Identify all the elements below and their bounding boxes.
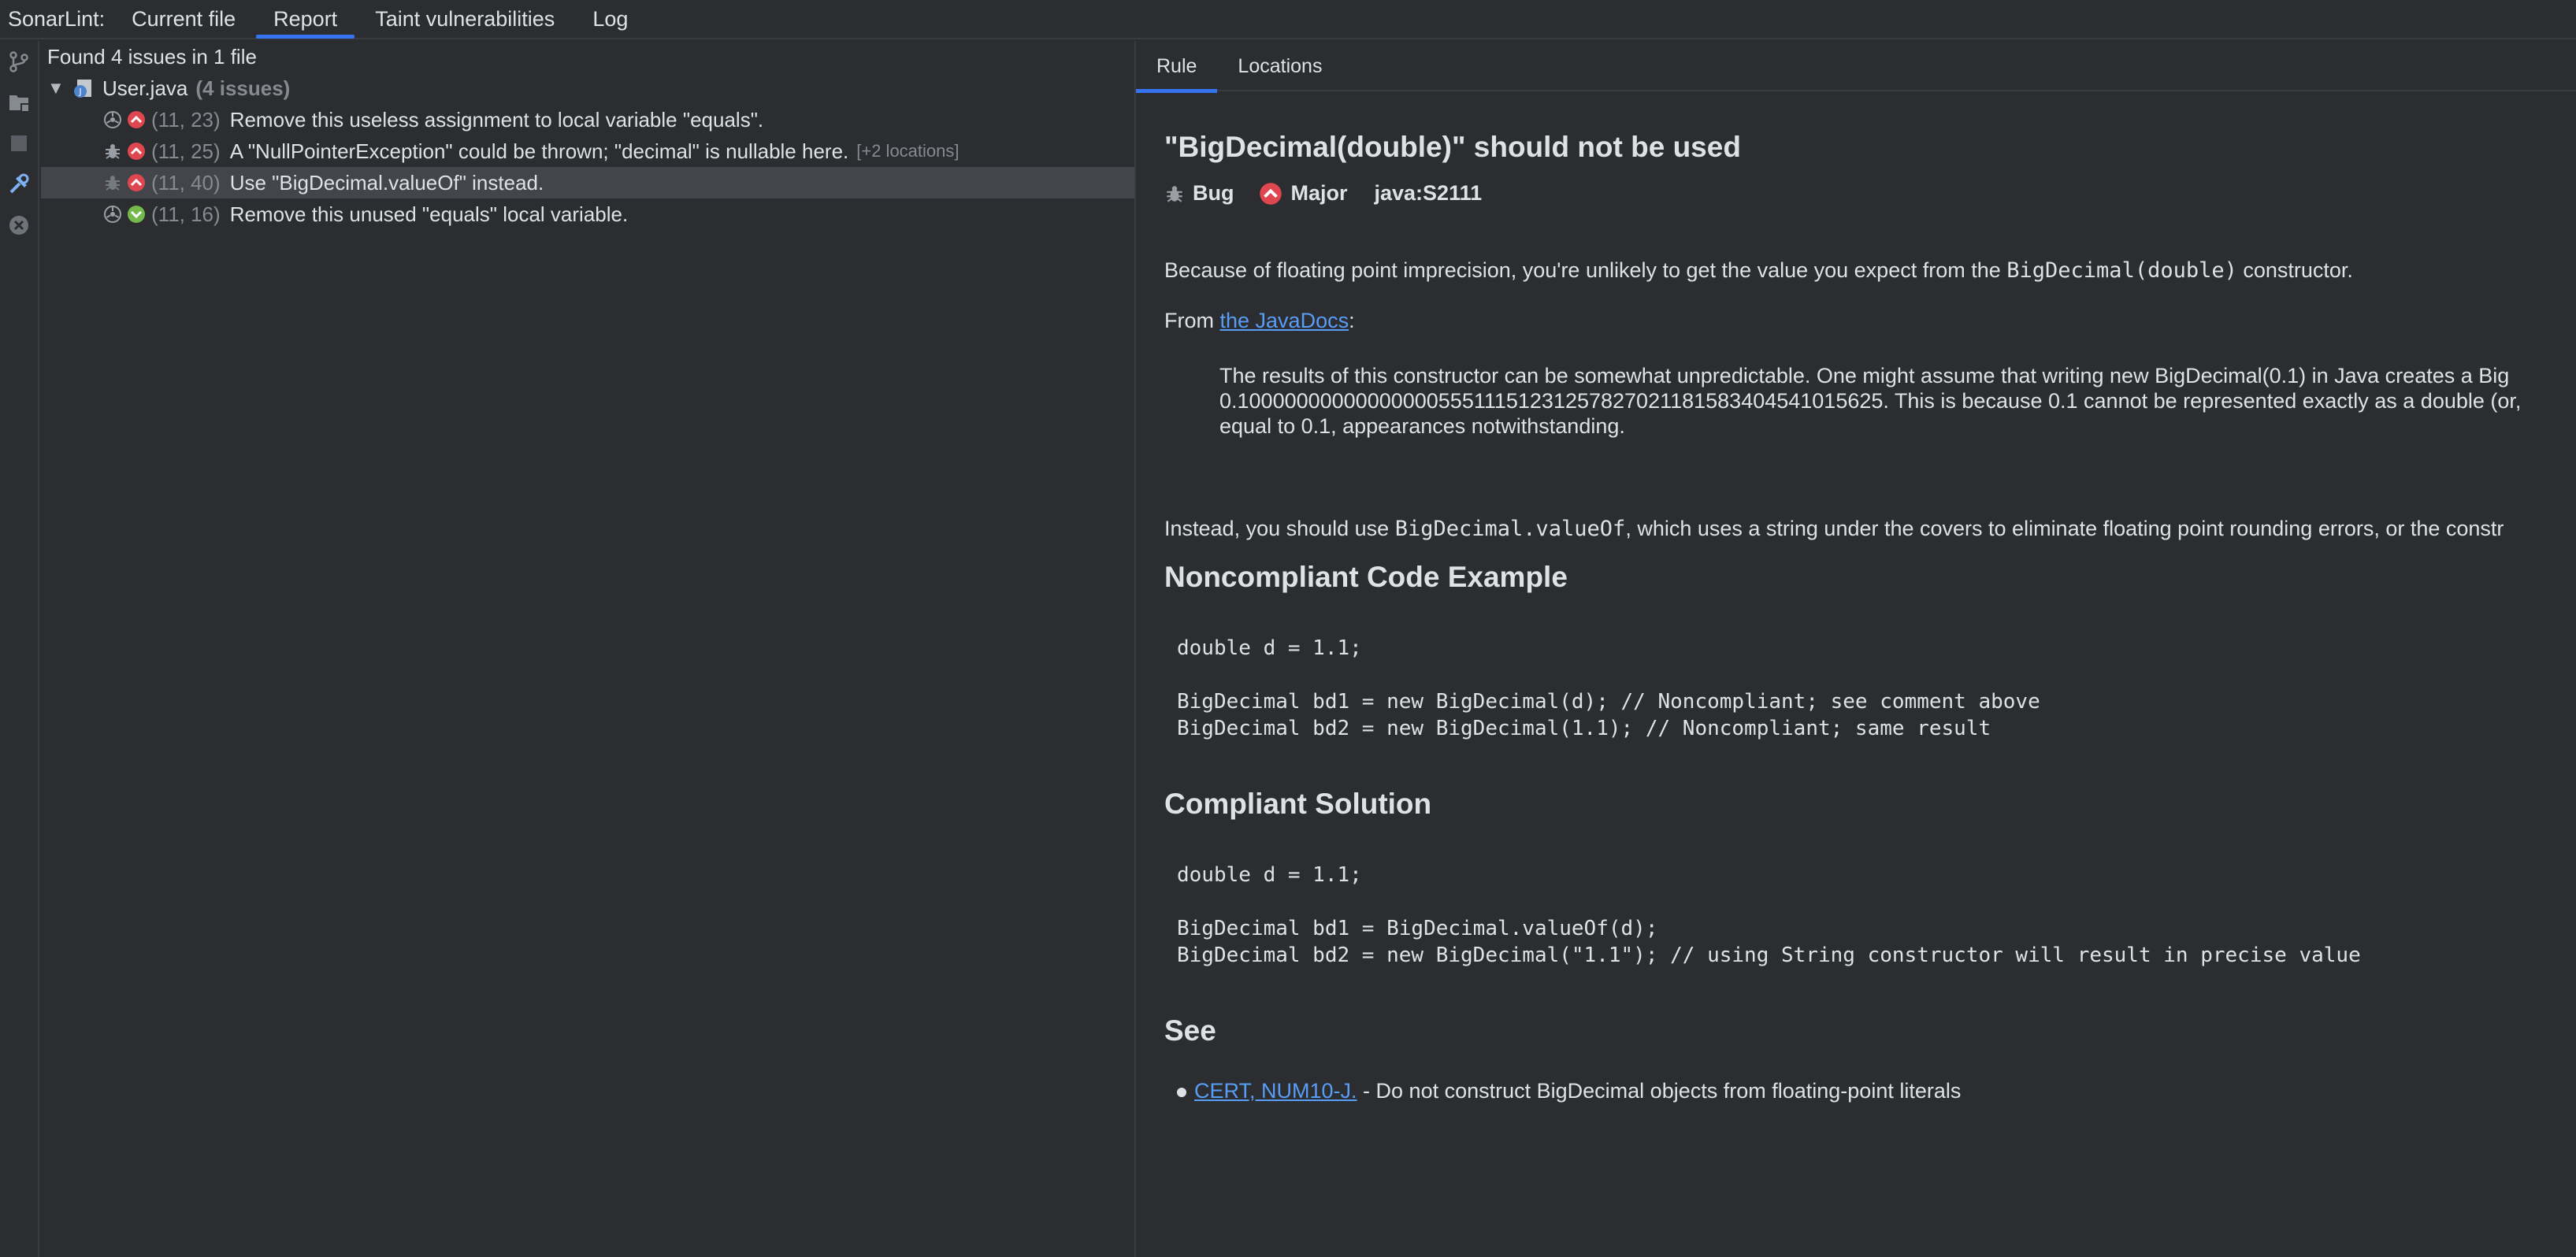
from-colon: :	[1349, 309, 1355, 332]
issue-message: Remove this unused "equals" local variab…	[229, 202, 629, 226]
issue-extra-locations: [+2 locations]	[856, 141, 960, 161]
from-text: From	[1164, 309, 1220, 332]
description-text: constructor.	[2236, 258, 2353, 282]
settings-tools-icon[interactable]	[6, 172, 32, 197]
rule-meta: Bug Major java:S2111	[1164, 181, 1482, 206]
code-line: BigDecimal bd2 = new BigDecimal("1.1"); …	[1177, 944, 2361, 967]
compliant-heading: Compliant Solution	[1164, 788, 1432, 820]
bug-type-icon	[1164, 184, 1188, 204]
compliant-code-block: double d = 1.1; BigDecimal bd1 = BigDeci…	[1177, 863, 2361, 970]
issue-message: Remove this useless assignment to local …	[229, 107, 764, 132]
issue-location: (11, 40)	[151, 170, 221, 195]
close-circle-icon[interactable]	[6, 213, 32, 238]
critical-severity-icon	[124, 142, 148, 161]
javadoc-quote: The results of this constructor can be s…	[1219, 364, 2521, 439]
tab-taint-vulnerabilities[interactable]: Taint vulnerabilities	[356, 0, 573, 39]
quote-line: The results of this constructor can be s…	[1219, 364, 2510, 387]
critical-severity-icon	[124, 173, 148, 192]
rule-severity: Major	[1290, 181, 1348, 205]
sonarlint-toolbar: SonarLint: Current file Report Taint vul…	[0, 0, 2576, 39]
inline-code: BigDecimal.valueOf	[1394, 517, 1626, 541]
detail-tabs: Rule Locations	[1136, 41, 2576, 93]
see-heading: See	[1164, 1014, 1216, 1047]
tool-strip	[0, 41, 39, 1257]
code-line: BigDecimal bd1 = BigDecimal.valueOf(d);	[1177, 917, 1658, 940]
code-line: BigDecimal bd2 = new BigDecimal(1.1); //…	[1177, 717, 1991, 740]
noncompliant-heading: Noncompliant Code Example	[1164, 561, 1568, 593]
description-paragraph: Because of floating point imprecision, y…	[1164, 258, 2353, 283]
rule-detail-panel: Rule Locations "BigDecimal(double)" shou…	[1136, 41, 2576, 1257]
description-text: Because of floating point imprecision, y…	[1164, 258, 2007, 282]
bullet-icon	[1177, 1087, 1186, 1097]
rule-title: "BigDecimal(double)" should not be used	[1164, 131, 1741, 163]
code-smell-icon	[101, 110, 124, 129]
inline-code: BigDecimal(double)	[2006, 258, 2237, 283]
see-text: - Do not construct BigDecimal objects fr…	[1357, 1079, 1962, 1103]
file-issue-count: (4 issues)	[195, 76, 291, 100]
issue-location: (11, 25)	[151, 139, 221, 163]
svg-text:J: J	[78, 87, 81, 97]
code-smell-icon	[101, 205, 124, 224]
issue-row[interactable]: (11, 23) Remove this useless assignment …	[41, 104, 1134, 135]
code-line: BigDecimal bd1 = new BigDecimal(d); // N…	[1177, 690, 2040, 714]
noncompliant-code-block: double d = 1.1; BigDecimal bd1 = new Big…	[1177, 636, 2040, 743]
quote-line: 0.10000000000000000555111512312578270211…	[1219, 389, 2522, 413]
issue-row[interactable]: (11, 25) A "NullPointerException" could …	[41, 135, 1134, 167]
tab-locations[interactable]: Locations	[1217, 41, 1342, 91]
rule-type: Bug	[1193, 181, 1234, 205]
cert-link[interactable]: CERT, NUM10-J.	[1194, 1079, 1357, 1103]
javadocs-link[interactable]: the JavaDocs	[1220, 309, 1349, 332]
issue-message: Use "BigDecimal.valueOf" instead.	[229, 170, 544, 195]
instead-paragraph: Instead, you should use BigDecimal.value…	[1164, 517, 2504, 541]
see-list-item: CERT, NUM10-J. - Do not construct BigDec…	[1177, 1079, 1961, 1103]
issue-row[interactable]: (11, 16) Remove this unused "equals" loc…	[41, 198, 1134, 230]
tree-summary: Found 4 issues in 1 file	[47, 41, 1141, 72]
from-line: From the JavaDocs:	[1164, 309, 1355, 333]
instead-text: , which uses a string under the covers t…	[1625, 517, 2504, 540]
issue-location: (11, 16)	[151, 202, 221, 226]
minor-severity-icon	[124, 205, 148, 224]
quote-line: equal to 0.1, appearances notwithstandin…	[1219, 414, 1625, 438]
file-node[interactable]: ▼ J User.java (4 issues)	[47, 72, 1141, 104]
tab-report[interactable]: Report	[254, 0, 356, 39]
bug-icon	[101, 142, 124, 161]
folder-icon[interactable]	[6, 90, 32, 115]
tab-log[interactable]: Log	[573, 0, 647, 39]
code-line: double d = 1.1;	[1177, 863, 1362, 887]
issue-row-selected[interactable]: (11, 40) Use "BigDecimal.valueOf" instea…	[41, 167, 1134, 198]
java-file-icon: J	[69, 77, 98, 99]
branch-icon[interactable]	[6, 49, 32, 74]
rule-key: java:S2111	[1374, 181, 1483, 205]
instead-text: Instead, you should use	[1164, 517, 1395, 540]
summary-text: Found 4 issues in 1 file	[47, 44, 257, 69]
issue-location: (11, 23)	[151, 107, 221, 132]
file-name: User.java	[102, 76, 188, 100]
issue-message: A "NullPointerException" could be thrown…	[229, 139, 849, 163]
expand-arrow-icon[interactable]: ▼	[47, 78, 65, 98]
issue-tree: Found 4 issues in 1 file ▼ J User.java (…	[41, 41, 1134, 1257]
bug-icon	[101, 173, 124, 192]
tab-rule[interactable]: Rule	[1136, 41, 1218, 93]
tab-current-file[interactable]: Current file	[113, 0, 254, 39]
critical-severity-icon	[124, 110, 148, 129]
major-severity-icon	[1259, 182, 1282, 206]
app-label: SonarLint:	[8, 6, 106, 31]
code-line: double d = 1.1;	[1177, 636, 1362, 660]
stop-icon[interactable]	[6, 131, 32, 156]
